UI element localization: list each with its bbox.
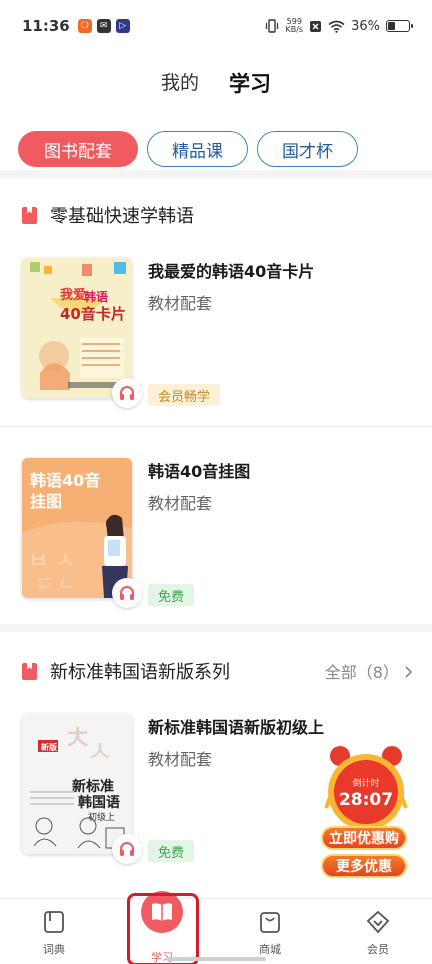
mail-notification-icon: ✉ [96,19,111,33]
section-header-new-standard: 新标准韩国语新版系列 全部（8） [22,658,414,684]
play-notification-icon: ▷ [115,19,130,33]
nav-label: 商城 [259,943,281,956]
audio-badge [112,834,142,864]
bookmark-icon [22,206,37,224]
nav-label: 会员 [367,943,389,956]
category-pills: 图书配套 精品课 国才杯 [18,131,358,167]
book-cover: ㅂ ㅅ ㄷ ㄴ 韩语40音挂图 [22,458,132,598]
bottom-nav: 词典 学习 商城 会员 [0,891,432,964]
list-item-korean-wallchart[interactable]: ㅂ ㅅ ㄷ ㄴ 韩语40音挂图 韩语40音挂图 教材配套 免费 [22,458,422,608]
cover-title-line1: 我爱 [60,288,87,303]
cover-title-line2: 韩国语 [78,795,120,811]
headphones-icon [120,842,134,856]
status-time: 11:36 [22,17,70,35]
vibrate-icon [266,19,279,33]
countdown-promo[interactable]: 倒计时 28:07 立即优惠购 更多优惠 [318,746,414,886]
section-divider [0,170,432,178]
pill-guocai-cup[interactable]: 国才杯 [257,131,358,167]
audio-badge [112,378,142,408]
cover-badge: 新版 [41,743,57,752]
nav-member[interactable]: 会员 [324,899,432,964]
item-subtitle: 教材配套 [148,494,213,513]
book-cover: ㅊ ㅅ 新版 新标准 韩国语 初级上 [22,714,132,854]
countdown-time: 28:07 [338,790,394,810]
cover-title: 韩语40音挂图 [30,471,101,511]
notification-icons: ❍ ✉ ▷ [77,19,130,33]
headphones-icon [120,586,134,600]
chevron-right-icon [405,666,413,678]
countdown-label: 倒计时 [352,779,380,789]
item-subtitle: 教材配套 [148,750,213,769]
svg-text:ㅅ: ㅅ [86,735,114,770]
free-tag: 免费 [148,584,195,606]
app-notification-icon: ❍ [77,19,92,33]
svg-text:ㅂ ㅅ: ㅂ ㅅ [28,549,75,574]
shopping-bag-icon [260,912,280,933]
home-indicator [166,957,266,961]
cover-illustration [22,258,132,398]
cover-title-line3: 初级上 [88,813,116,823]
member-tag: 会员畅学 [148,384,221,406]
status-bar: 11:36 ❍ ✉ ▷ 599 KB/s 36% [0,0,432,52]
view-all-label: 全部（8） [324,663,399,682]
nav-dictionary[interactable]: 词典 [0,899,108,964]
free-tag: 免费 [148,840,195,862]
top-tabs: 我的 学习 [0,62,432,102]
view-all-link[interactable]: 全部（8） [325,659,414,683]
section-title: 零基础快速学韩语 [50,206,194,227]
highlight-box [127,893,199,964]
nav-shop[interactable]: 商城 [216,899,324,964]
headphones-icon [120,386,134,400]
row-divider [0,426,432,427]
cover-title-line3: 40音卡片 [60,305,126,323]
battery-icon [386,20,413,32]
section-divider [0,624,432,632]
svg-text:ㄷ ㄴ: ㄷ ㄴ [36,574,75,595]
battery-fill [388,22,395,30]
book-cover: 我爱 韩语 40音卡片 [22,258,132,398]
no-sim-icon [310,20,322,32]
wifi-icon [328,20,345,33]
item-title: 韩语40音挂图 [148,462,251,481]
dictionary-icon [44,911,64,933]
item-title: 新标准韩国语新版初级上 [148,718,325,737]
section-title: 新标准韩国语新版系列 [50,662,230,683]
tab-study[interactable]: 学习 [229,62,271,102]
tab-mine[interactable]: 我的 [161,62,199,102]
nav-label: 词典 [43,943,65,956]
item-title: 我最爱的韩语40音卡片 [148,262,315,281]
diamond-icon [366,910,390,934]
audio-badge [112,578,142,608]
item-subtitle: 教材配套 [148,294,213,313]
network-speed-unit: KB/s [285,25,304,34]
more-offers-button[interactable]: 更多优惠 [321,854,407,878]
list-item-korean-cards[interactable]: 我爱 韩语 40音卡片 我最爱的韩语40音卡片 教材配套 会员畅学 [22,258,422,408]
section-header-beginner: 零基础快速学韩语 [22,202,414,228]
buy-now-button[interactable]: 立即优惠购 [321,826,407,850]
pill-book-companion[interactable]: 图书配套 [18,131,138,167]
battery-percent: 36% [351,18,380,34]
pill-premium-course[interactable]: 精品课 [147,131,248,167]
bookmark-icon [22,662,37,680]
network-speed: 599 KB/s [285,18,303,34]
